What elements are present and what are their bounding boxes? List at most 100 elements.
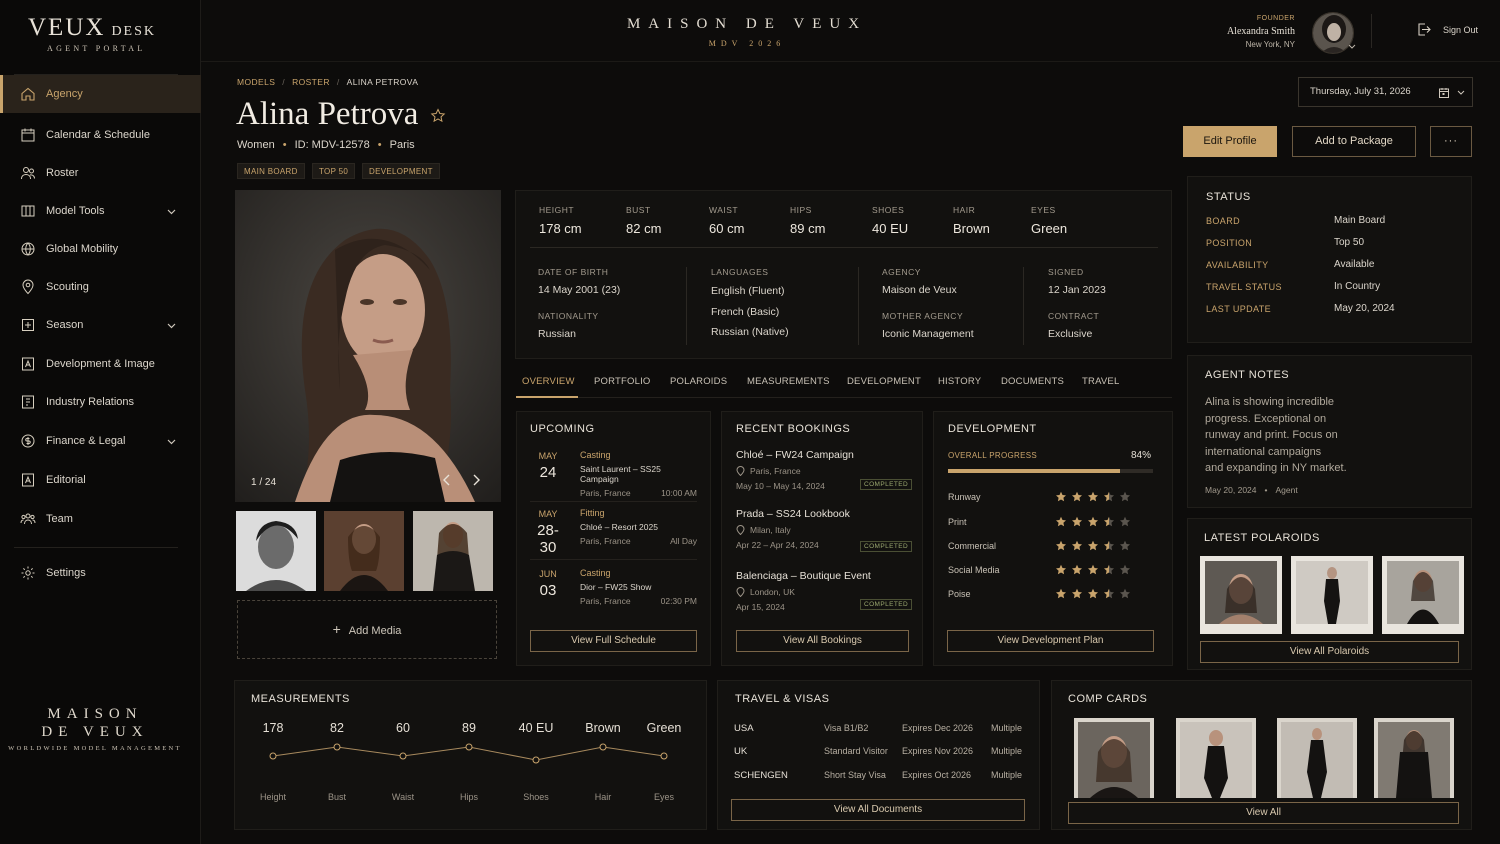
sidebar-item-team[interactable]: Team <box>0 500 201 538</box>
chevron-left-icon[interactable] <box>442 474 452 486</box>
star-icon <box>1104 491 1114 502</box>
app-logo[interactable]: VEUX DESK AGENT PORTAL <box>28 14 156 53</box>
sidebar-item-editorial[interactable]: Editorial <box>0 461 201 499</box>
id-card-icon <box>22 357 34 371</box>
add-to-package-button[interactable]: Add to Package <box>1292 126 1416 157</box>
travel-exp: Expires Dec 2026 <box>902 723 974 733</box>
upcoming-day: 24 <box>539 464 557 481</box>
tab-history[interactable]: HISTORY <box>938 376 981 387</box>
comp-card-image[interactable] <box>1176 718 1256 798</box>
star-icon <box>1120 491 1130 502</box>
progress-track <box>948 469 1153 473</box>
sidebar-item-label: Calendar & Schedule <box>46 129 150 141</box>
logo-sub: AGENT PORTAL <box>47 44 146 53</box>
stat-value: 89 cm <box>790 221 826 236</box>
sidebar-item-finance-legal[interactable]: Finance & Legal <box>0 422 201 460</box>
sidebar-item-settings[interactable]: Settings <box>0 554 201 592</box>
booking-item[interactable]: Balenciaga – Boutique Event London, UK Apr… <box>736 570 871 612</box>
location-pin-icon <box>736 587 745 597</box>
travel-country: USA <box>734 723 754 734</box>
language-item: English (Fluent) <box>711 285 785 297</box>
mother-agency-value: Iconic Management <box>882 328 974 340</box>
star-favorite-icon[interactable] <box>430 108 446 124</box>
stat-label: HEIGHT <box>539 205 575 215</box>
more-options-button[interactable]: ··· <box>1430 126 1472 157</box>
edit-profile-button[interactable]: Edit Profile <box>1183 126 1277 157</box>
chevron-right-icon[interactable] <box>471 474 481 486</box>
star-rating <box>1055 491 1131 503</box>
sidebar-item-agency[interactable]: Agency <box>0 75 201 113</box>
main-photo[interactable]: 1 / 24 <box>235 190 501 502</box>
star-icon <box>1072 491 1082 502</box>
stat-eyes: EYES Green <box>1031 205 1067 236</box>
view-development-plan-button[interactable]: View Development Plan <box>947 630 1154 652</box>
photo-thumbnail[interactable] <box>413 511 493 591</box>
measurement-point <box>465 743 473 751</box>
sidebar-item-industry-relations[interactable]: Industry Relations <box>0 383 201 421</box>
tab-development[interactable]: DEVELOPMENT <box>847 376 921 387</box>
star-icon <box>1072 588 1082 599</box>
note-author: Agent <box>1275 485 1298 495</box>
upcoming-time: All Day <box>670 536 697 546</box>
chevron-down-icon <box>167 439 176 444</box>
tag-development[interactable]: DEVELOPMENT <box>362 163 440 179</box>
sidebar-item-model-tools[interactable]: Model Tools <box>0 192 201 230</box>
photo-thumbnail[interactable] <box>236 511 316 591</box>
chevron-down-icon[interactable] <box>1348 44 1356 50</box>
view-full-schedule-button[interactable]: View Full Schedule <box>530 630 697 652</box>
status-value: Main Board <box>1334 215 1386 226</box>
footer-logo-tagline: WORLDWIDE MODEL MANAGEMENT <box>8 745 182 752</box>
booking-dates: May 10 – May 14, 2024 <box>736 481 825 491</box>
photo-thumbnail[interactable] <box>324 511 404 591</box>
booking-dates: Apr 22 – Apr 24, 2024 <box>736 540 819 550</box>
star-icon <box>1088 540 1098 551</box>
polaroid-image[interactable] <box>1200 556 1282 634</box>
view-all-documents-button[interactable]: View All Documents <box>731 799 1025 821</box>
upcoming-place: Paris, France <box>580 536 631 546</box>
view-all-polaroids-button[interactable]: View All Polaroids <box>1200 641 1459 663</box>
date-picker[interactable]: Thursday, July 31, 2026 <box>1298 77 1473 107</box>
stat-height: HEIGHT 178 cm <box>539 205 582 236</box>
sidebar-item-roster[interactable]: Roster <box>0 154 201 192</box>
status-title: STATUS <box>1206 191 1251 203</box>
breadcrumb-models[interactable]: MODELS <box>237 77 275 87</box>
status-badge: COMPLETED <box>860 541 913 552</box>
sign-out-label: Sign Out <box>1442 24 1478 35</box>
sidebar-item-development-image[interactable]: Development & Image <box>0 345 201 383</box>
rating-label: Social Media <box>948 565 1000 575</box>
sidebar-item-label: Team <box>46 513 73 525</box>
sign-out-button[interactable]: Sign Out <box>1416 22 1478 37</box>
polaroid-image[interactable] <box>1291 556 1373 634</box>
tab-measurements[interactable]: MEASUREMENTS <box>747 376 830 387</box>
tab-travel[interactable]: TRAVEL <box>1082 376 1119 387</box>
view-all-bookings-button[interactable]: View All Bookings <box>736 630 909 652</box>
agency-value: Maison de Veux <box>882 284 957 296</box>
columns-icon <box>21 205 35 217</box>
tab-documents[interactable]: DOCUMENTS <box>1001 376 1064 387</box>
add-media-button[interactable]: + Add Media <box>237 600 497 659</box>
sidebar-item-season[interactable]: Season <box>0 306 201 344</box>
logo-side: DESK <box>111 24 156 39</box>
tab-polaroids[interactable]: POLAROIDS <box>670 376 727 387</box>
comp-card-image[interactable] <box>1374 718 1454 798</box>
tab-overview[interactable]: OVERVIEW <box>522 376 575 387</box>
booking-item[interactable]: Chloé – FW24 Campaign Paris, France May 10… <box>736 449 854 491</box>
breadcrumb-roster[interactable]: ROSTER <box>292 77 330 87</box>
overall-progress-value: 84% <box>1131 450 1152 461</box>
tag-top-50[interactable]: TOP 50 <box>312 163 356 179</box>
comp-card-image[interactable] <box>1277 718 1357 798</box>
measurement-value: 82 <box>330 721 344 735</box>
tab-portfolio[interactable]: PORTFOLIO <box>594 376 651 387</box>
tag-main-board[interactable]: MAIN BOARD <box>237 163 305 179</box>
stat-value: Brown <box>953 221 990 236</box>
upcoming-title: UPCOMING <box>530 423 595 435</box>
view-all-comp-cards-button[interactable]: View All <box>1068 802 1459 824</box>
polaroid-image[interactable] <box>1382 556 1464 634</box>
sidebar-item-calendar-schedule[interactable]: Calendar & Schedule <box>0 116 201 154</box>
sidebar-item-scouting[interactable]: Scouting <box>0 268 201 306</box>
comp-card-image[interactable] <box>1074 718 1154 798</box>
booking-item[interactable]: Prada – SS24 Lookbook Milan, Italy Apr 22 … <box>736 508 850 550</box>
mother-agency-label: MOTHER AGENCY <box>882 311 964 321</box>
sidebar-item-global-mobility[interactable]: Global Mobility <box>0 230 201 268</box>
measurement-point <box>532 756 540 764</box>
